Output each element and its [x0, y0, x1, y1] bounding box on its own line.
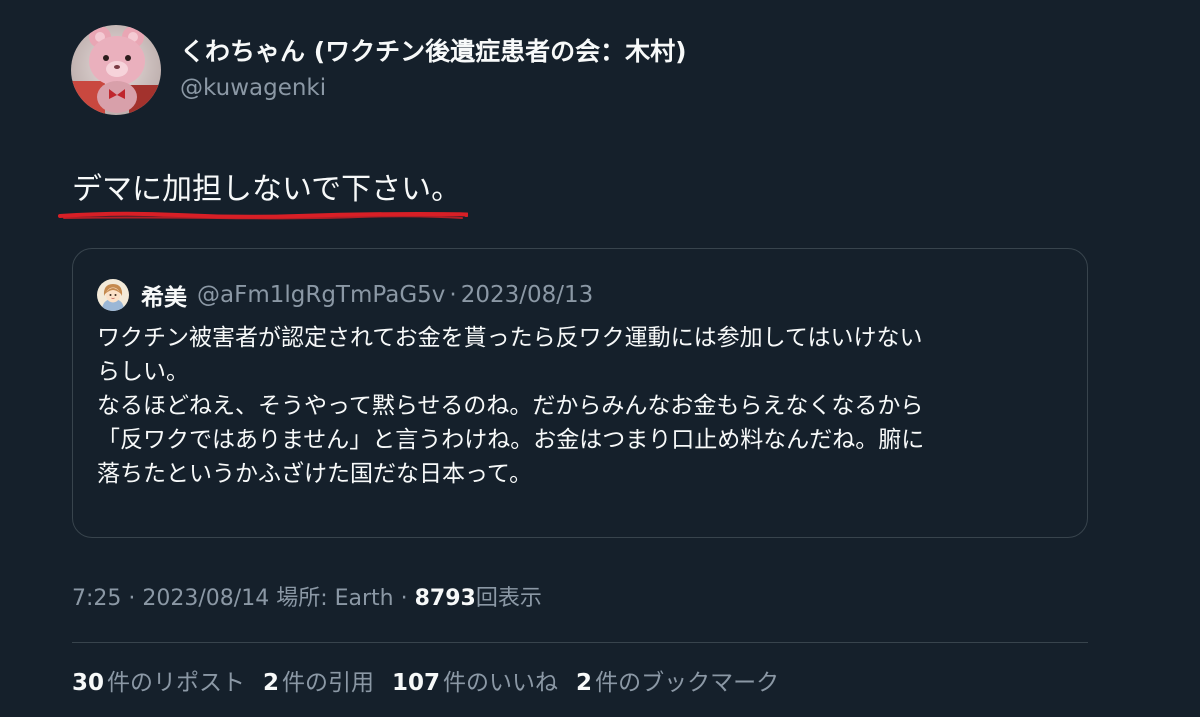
- engagement-stats: 30 件のリポスト 2 件の引用 107 件のいいね 2 件のブックマーク: [72, 667, 779, 699]
- divider: [72, 642, 1088, 643]
- quoted-tweet-line: 落ちたというかふざけた国だな日本って。: [97, 461, 533, 487]
- separator-dot: ·: [400, 586, 408, 611]
- tweet-location: 場所: Earth: [276, 586, 394, 611]
- quoted-tweet-line: らしい。: [97, 359, 189, 385]
- quoted-tweet-text: ワクチン被害者が認定されてお金を貰ったら反ワク運動には参加してはいけない らしい…: [97, 321, 1067, 491]
- quote-count-link[interactable]: 2 件の引用: [263, 667, 374, 699]
- red-underline-mark: [58, 211, 468, 220]
- tweet-time[interactable]: 7:25: [72, 586, 121, 611]
- quoted-author-name[interactable]: 希美: [141, 278, 187, 312]
- quoted-tweet-line: なるほどねえ、そうやって黙らせるのね。だからみんなお金もらえなくなるから: [97, 393, 924, 419]
- bookmark-count: 2: [576, 670, 593, 696]
- quote-count: 2: [263, 670, 280, 696]
- author-name[interactable]: くわちゃん (ワクチン後遺症患者の会：木村): [180, 36, 687, 68]
- quoted-author-handle[interactable]: @aFm1lgRgTmPaG5v: [197, 282, 445, 308]
- tweet-text: デマに加担しないで下さい。: [72, 172, 462, 207]
- quote-label: 件の引用: [282, 670, 375, 696]
- like-count-link[interactable]: 107 件のいいね: [392, 667, 558, 699]
- quoted-author-avatar[interactable]: [97, 279, 129, 311]
- tweet-date[interactable]: 2023/08/14: [142, 586, 269, 611]
- quoted-tweet-card[interactable]: 希美 @aFm1lgRgTmPaG5v · 2023/08/13 ワクチン被害者…: [72, 248, 1088, 538]
- pink-bear-avatar-icon: [71, 25, 161, 115]
- tweet-meta: 7:25 · 2023/08/14 場所: Earth · 8793回表示: [72, 584, 542, 614]
- view-count-label: 回表示: [475, 586, 542, 611]
- quoted-tweet-date[interactable]: 2023/08/13: [461, 282, 594, 308]
- like-label: 件のいいね: [443, 670, 559, 696]
- like-count: 107: [392, 670, 441, 696]
- view-count: 8793: [414, 586, 476, 611]
- quoted-tweet-header: 希美 @aFm1lgRgTmPaG5v · 2023/08/13: [97, 277, 593, 313]
- quoted-tweet-line: 「反ワクではありません」と言うわけね。お金はつまり口止め料なんだね。腑に: [97, 427, 925, 453]
- retweet-count: 30: [72, 670, 105, 696]
- separator-dot: ·: [128, 586, 136, 611]
- tweet-detail: くわちゃん (ワクチン後遺症患者の会：木村) @kuwagenki デマに加担し…: [0, 0, 1200, 717]
- author-avatar[interactable]: [71, 25, 161, 115]
- bookmark-count-link[interactable]: 2 件のブックマーク: [576, 667, 779, 699]
- retweet-label: 件のリポスト: [107, 670, 246, 696]
- author-handle[interactable]: @kuwagenki: [180, 73, 326, 103]
- girl-avatar-icon: [97, 279, 129, 311]
- bookmark-label: 件のブックマーク: [595, 670, 780, 696]
- quoted-tweet-line: ワクチン被害者が認定されてお金を貰ったら反ワク運動には参加してはいけない: [97, 325, 923, 351]
- retweet-count-link[interactable]: 30 件のリポスト: [72, 667, 245, 699]
- separator-dot: ·: [449, 282, 457, 308]
